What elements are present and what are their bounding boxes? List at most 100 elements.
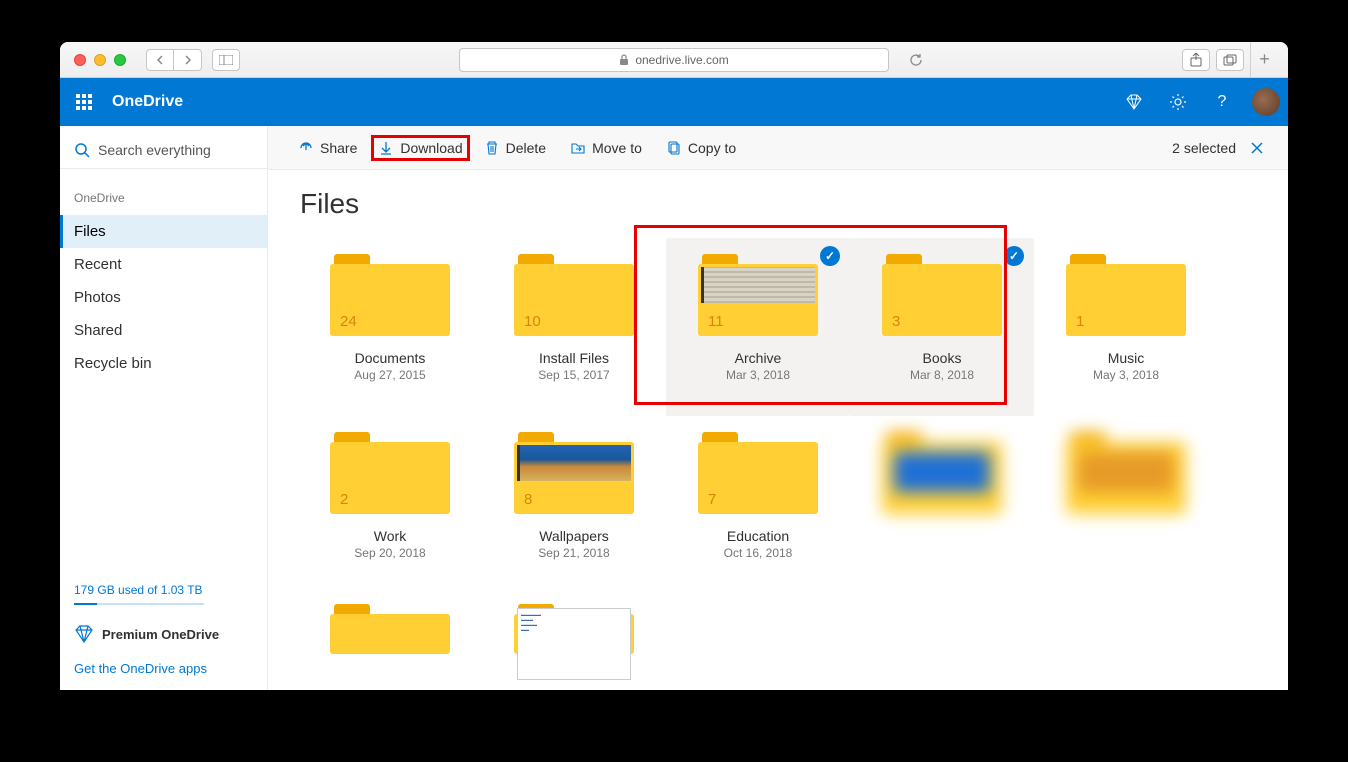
folder-count: 11 <box>708 313 724 330</box>
address-bar[interactable]: onedrive.live.com <box>459 48 889 72</box>
folder-tile[interactable]: 11 Archive Mar 3, 2018 <box>666 238 850 416</box>
tabs-button[interactable] <box>1216 49 1244 71</box>
folder-icon: 11 <box>698 254 818 336</box>
back-button[interactable] <box>146 49 174 71</box>
nav-item-photos[interactable]: Photos <box>60 281 267 314</box>
help-icon[interactable]: ? <box>1202 78 1242 126</box>
onedrive-header: OneDrive ? <box>60 78 1288 126</box>
clear-selection-button[interactable] <box>1246 137 1268 159</box>
selected-check-icon[interactable] <box>820 246 840 266</box>
folder-name <box>940 528 944 544</box>
folder-count: 24 <box>340 313 357 330</box>
folder-icon: 1 <box>1066 254 1186 336</box>
folder-count: 10 <box>524 313 541 330</box>
copy-to-button[interactable]: Copy to <box>656 134 746 162</box>
folder-tile[interactable]: ▬▬▬▬▬▬▬▬▬▬▬▬▬▬ <box>482 594 666 654</box>
premium-icon[interactable] <box>1114 78 1154 126</box>
folder-tile[interactable] <box>850 416 1034 594</box>
share-browser-button[interactable] <box>1182 49 1210 71</box>
folder-count: 3 <box>892 313 900 330</box>
share-button[interactable]: Share <box>288 134 367 162</box>
window-controls <box>60 54 126 66</box>
folder-name: Archive <box>735 350 782 366</box>
cmdbar-right: 2 selected <box>1172 137 1268 159</box>
folder-count: 8 <box>524 491 532 508</box>
folder-date <box>1124 546 1127 560</box>
nav-item-recycle-bin[interactable]: Recycle bin <box>60 347 267 380</box>
folder-name: Education <box>727 528 789 544</box>
main-pane: Share Download Delete Move to <box>268 126 1288 690</box>
nav-item-files[interactable]: Files <box>60 215 267 248</box>
folder-date: Sep 20, 2018 <box>354 546 425 560</box>
copy-to-label: Copy to <box>688 140 736 156</box>
folder-tile[interactable]: 7EducationOct 16, 2018 <box>666 416 850 594</box>
sidebar-toggle-button[interactable] <box>212 49 240 71</box>
folder-tile[interactable]: 3BooksMar 8, 2018 <box>850 238 1034 416</box>
nav-list: Files Recent Photos Shared Recycle bin <box>60 215 267 380</box>
new-tab-button[interactable]: + <box>1250 42 1278 78</box>
folder-icon: 8 <box>514 432 634 514</box>
storage-text[interactable]: 179 GB used of 1.03 TB <box>74 583 253 597</box>
search-input[interactable] <box>98 142 238 158</box>
folder-date <box>940 546 943 560</box>
user-avatar[interactable] <box>1252 88 1280 116</box>
folder-date: Mar 3, 2018 <box>726 368 790 382</box>
search-box[interactable] <box>60 132 267 168</box>
folder-tile[interactable]: 8 Wallpapers Sep 21, 2018 <box>482 416 666 594</box>
share-label: Share <box>320 140 357 156</box>
folder-date: Aug 27, 2015 <box>354 368 425 382</box>
folder-icon: ▬▬▬▬▬▬▬▬▬▬▬▬▬▬ <box>514 604 634 654</box>
folder-tile[interactable] <box>1034 416 1218 594</box>
command-bar: Share Download Delete Move to <box>268 126 1288 170</box>
left-pane: OneDrive Files Recent Photos Shared Recy… <box>60 126 268 690</box>
move-to-label: Move to <box>592 140 642 156</box>
folder-tile[interactable]: 2 Work Sep 20, 2018 <box>298 416 482 594</box>
folder-name: Install Files <box>539 350 609 366</box>
settings-icon[interactable] <box>1158 78 1198 126</box>
file-area: Files 24DocumentsAug 27, 201510Install F… <box>268 170 1288 690</box>
folder-tile[interactable]: 10 Install Files Sep 15, 2017 <box>482 238 666 416</box>
url-text: onedrive.live.com <box>635 53 728 67</box>
header-right: ? <box>1114 78 1288 126</box>
folder-icon <box>1066 432 1186 514</box>
search-icon <box>74 142 90 158</box>
app-launcher-button[interactable] <box>60 78 108 126</box>
folder-tile[interactable]: 24 Documents Aug 27, 2015 <box>298 238 482 416</box>
delete-button[interactable]: Delete <box>474 134 556 162</box>
nav-item-recent[interactable]: Recent <box>60 248 267 281</box>
folder-name: Wallpapers <box>539 528 609 544</box>
folder-name: Documents <box>355 350 426 366</box>
nav-item-shared[interactable]: Shared <box>60 314 267 347</box>
waffle-icon <box>76 94 92 110</box>
get-apps-link[interactable]: Get the OneDrive apps <box>60 653 267 690</box>
folder-date: May 3, 2018 <box>1093 368 1159 382</box>
folder-name: Music <box>1108 350 1145 366</box>
folder-date: Sep 15, 2017 <box>538 368 609 382</box>
folder-date: Mar 8, 2018 <box>910 368 974 382</box>
close-window-icon[interactable] <box>74 54 86 66</box>
folder-icon: 3 <box>882 254 1002 336</box>
folder-name: Work <box>374 528 406 544</box>
page-content: OneDrive ? OneDrive <box>60 78 1288 690</box>
forward-button[interactable] <box>174 49 202 71</box>
folder-count: 2 <box>340 491 348 508</box>
folder-date: Sep 21, 2018 <box>538 546 609 560</box>
breadcrumb: OneDrive <box>60 187 267 209</box>
minimize-window-icon[interactable] <box>94 54 106 66</box>
folder-tile[interactable]: 1 Music May 3, 2018 <box>1034 238 1218 416</box>
selected-check-icon[interactable] <box>1004 246 1024 266</box>
storage-bar <box>74 603 204 605</box>
move-to-button[interactable]: Move to <box>560 134 652 162</box>
download-button[interactable]: Download <box>371 135 469 161</box>
folder-icon: 10 <box>514 254 634 336</box>
reload-button[interactable] <box>904 48 928 72</box>
folder-name <box>1124 528 1128 544</box>
nav-buttons <box>146 49 202 71</box>
premium-link[interactable]: Premium OneDrive <box>60 615 267 653</box>
browser-titlebar: onedrive.live.com + <box>60 42 1288 78</box>
maximize-window-icon[interactable] <box>114 54 126 66</box>
download-label: Download <box>400 140 462 156</box>
folder-tile[interactable] <box>298 594 482 654</box>
folder-count: 7 <box>708 491 716 508</box>
folder-grid: 24 Documents Aug 27, 2015 10 Install Files Se… <box>298 238 1258 654</box>
